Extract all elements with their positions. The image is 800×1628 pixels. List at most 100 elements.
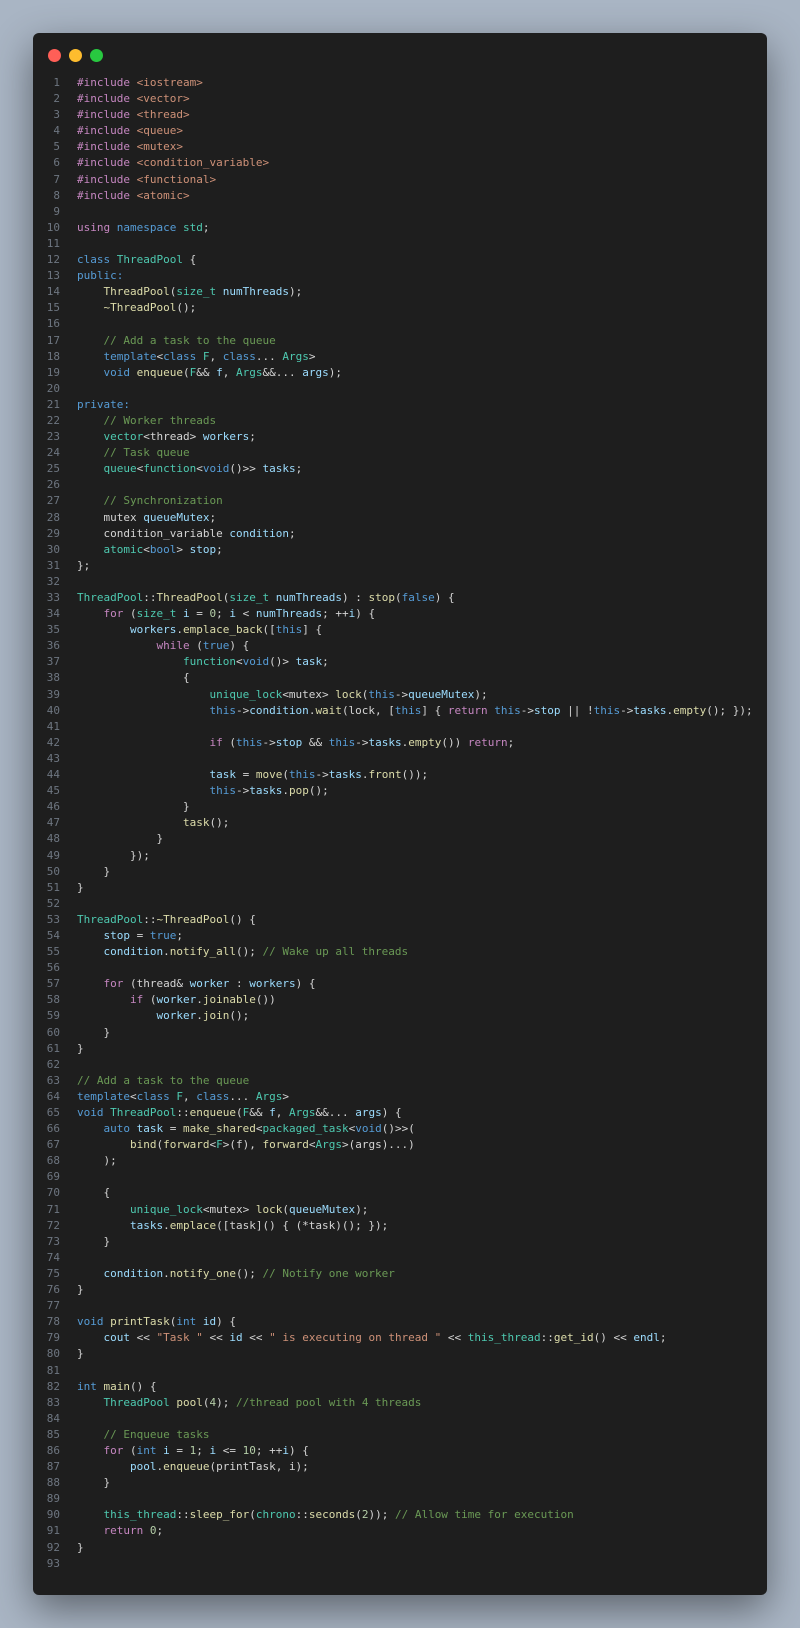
code-line: 50 } bbox=[33, 864, 767, 880]
line-number: 56 bbox=[46, 961, 60, 975]
line-number: 15 bbox=[46, 301, 60, 315]
line-number: 41 bbox=[46, 719, 60, 733]
code-line: 2 #include <vector> bbox=[33, 91, 767, 107]
code-line: 43 bbox=[33, 751, 767, 767]
code-text: void enqueue(F&& f, Args&&... args); bbox=[103, 365, 342, 379]
code-text: function<void()> task; bbox=[182, 655, 329, 669]
line-number: 11 bbox=[46, 236, 60, 250]
line-number: 89 bbox=[46, 1492, 60, 1506]
maximize-button[interactable] bbox=[90, 49, 103, 62]
code-text: pool.enqueue(printTask, i); bbox=[129, 1460, 309, 1474]
code-text: class ThreadPool { bbox=[77, 253, 197, 267]
line-number: 24 bbox=[46, 446, 60, 460]
code-line: 37 function<void()> task; bbox=[33, 654, 767, 670]
line-number: 77 bbox=[46, 1299, 60, 1313]
line-number: 86 bbox=[46, 1443, 60, 1457]
code-text: } bbox=[77, 1041, 84, 1055]
code-text: } bbox=[77, 1025, 111, 1039]
line-number: 8 bbox=[53, 188, 60, 202]
minimize-button[interactable] bbox=[69, 49, 82, 62]
code-line: 88 } bbox=[33, 1475, 767, 1491]
line-number: 28 bbox=[46, 510, 60, 524]
code-text: { bbox=[77, 671, 190, 685]
code-text: private: bbox=[77, 397, 130, 411]
line-number: 82 bbox=[46, 1379, 60, 1393]
code-text: condition.notify_one(); // Notify one wo… bbox=[103, 1266, 395, 1280]
code-line: 10 using namespace std; bbox=[33, 220, 767, 236]
code-line: 33 ThreadPool::ThreadPool(size_t numThrea… bbox=[33, 590, 767, 606]
code-text: // Add a task to the queue bbox=[77, 1073, 250, 1087]
code-line: 23 vector<thread> workers; bbox=[33, 429, 767, 445]
line-number: 63 bbox=[46, 1073, 60, 1087]
line-number: 71 bbox=[46, 1202, 60, 1216]
code-text: ThreadPool::ThreadPool(size_t numThreads… bbox=[77, 591, 455, 604]
code-line: 22 // Worker threads bbox=[33, 413, 767, 429]
line-number: 13 bbox=[46, 269, 60, 283]
line-number: 85 bbox=[46, 1427, 60, 1441]
code-line: 48 } bbox=[33, 831, 767, 847]
line-number: 54 bbox=[46, 928, 60, 942]
code-line: 5 #include <mutex> bbox=[33, 139, 767, 155]
code-line: 51} bbox=[33, 880, 767, 896]
code-line: 28 mutex queueMutex; bbox=[33, 510, 767, 526]
code-text: bind(forward<F>(f), forward<Args>(args).… bbox=[129, 1138, 415, 1152]
code-text: unique_lock<mutex> lock(queueMutex); bbox=[129, 1202, 369, 1216]
code-text: #include <thread> bbox=[77, 108, 190, 122]
code-text: ThreadPool::~ThreadPool() { bbox=[77, 912, 256, 926]
code-text: condition.notify_all(); // Wake up all t… bbox=[103, 945, 409, 959]
code-line: 81 bbox=[33, 1363, 767, 1379]
code-text: } bbox=[77, 864, 111, 878]
code-line: 59 worker.join(); bbox=[33, 1008, 767, 1024]
line-number: 9 bbox=[53, 204, 60, 218]
line-number: 23 bbox=[46, 430, 60, 444]
line-number: 64 bbox=[46, 1089, 60, 1103]
line-number: 3 bbox=[53, 108, 60, 122]
code-text: // Task queue bbox=[103, 446, 190, 460]
code-text: this_thread::sleep_for(chrono::seconds(2… bbox=[103, 1508, 574, 1522]
code-line: 24 // Task queue bbox=[33, 445, 767, 461]
code-line: 75 condition.notify_one(); // Notify one… bbox=[33, 1266, 767, 1282]
code-line: 11 bbox=[33, 236, 767, 252]
code-line: 90 this_thread::sleep_for(chrono::second… bbox=[33, 1507, 767, 1523]
code-text: task(); bbox=[182, 816, 230, 830]
line-number: 80 bbox=[46, 1347, 60, 1361]
line-number: 93 bbox=[46, 1556, 60, 1570]
line-number: 27 bbox=[46, 494, 60, 508]
line-number: 39 bbox=[46, 687, 60, 701]
code-text: worker.join(); bbox=[156, 1009, 250, 1023]
code-line: 57 for (thread& worker : workers) { bbox=[33, 976, 767, 992]
line-number: 40 bbox=[46, 703, 60, 717]
line-number: 87 bbox=[46, 1460, 60, 1474]
line-number: 75 bbox=[46, 1266, 60, 1280]
line-number: 55 bbox=[46, 945, 60, 959]
line-number: 72 bbox=[46, 1218, 60, 1232]
code-text: this->condition.wait(lock, [this] { retu… bbox=[209, 703, 753, 717]
line-number: 33 bbox=[46, 591, 60, 604]
line-number: 44 bbox=[46, 768, 60, 782]
code-line: 56 bbox=[33, 960, 767, 976]
line-number: 65 bbox=[46, 1106, 60, 1119]
line-number: 74 bbox=[46, 1250, 60, 1264]
code-text: stop = true; bbox=[103, 928, 184, 942]
line-number: 21 bbox=[46, 397, 60, 411]
code-line: 46 } bbox=[33, 799, 767, 815]
code-text: vector<thread> workers; bbox=[103, 430, 256, 444]
line-number: 90 bbox=[46, 1508, 60, 1522]
close-button[interactable] bbox=[48, 49, 61, 62]
code-line: 41 bbox=[33, 719, 767, 735]
code-editor[interactable]: 1 #include <iostream> 2 #include <vector> 3 #… bbox=[33, 75, 767, 1572]
code-line: 53 ThreadPool::~ThreadPool() { bbox=[33, 912, 767, 928]
line-number: 43 bbox=[46, 751, 60, 765]
code-text: tasks.emplace([task]() { (*task)(); }); bbox=[129, 1218, 389, 1232]
code-text: public: bbox=[77, 269, 124, 283]
code-text: task = move(this->tasks.front()); bbox=[209, 768, 429, 782]
line-number: 66 bbox=[46, 1122, 60, 1136]
code-line: 45 this->tasks.pop(); bbox=[33, 783, 767, 799]
code-line: 82 int main() { bbox=[33, 1379, 767, 1395]
code-text: cout << "Task " << id << " is executing … bbox=[103, 1331, 667, 1345]
code-line: 71 unique_lock<mutex> lock(queueMutex); bbox=[33, 1202, 767, 1218]
code-text: }; bbox=[77, 558, 91, 572]
line-number: 52 bbox=[46, 896, 60, 910]
code-line: 69 bbox=[33, 1169, 767, 1185]
line-number: 18 bbox=[46, 349, 60, 363]
